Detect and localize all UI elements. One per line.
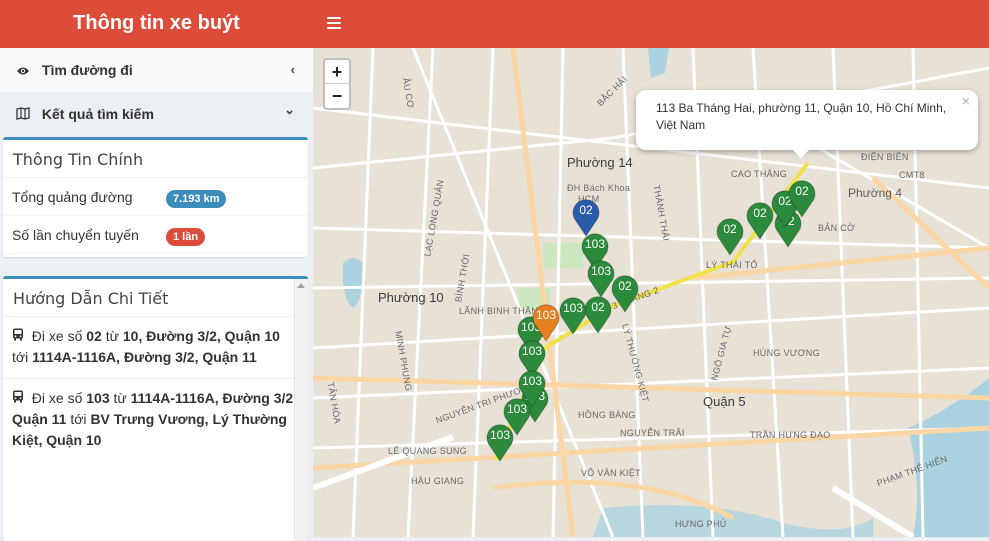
transfers-badge: 1 lần [166, 228, 206, 246]
details-box: Hướng Dẫn Chi Tiết Đi xe số 02 từ 10, Đư… [3, 276, 308, 541]
top-header: Thông tin xe buýt [0, 0, 989, 48]
step-route: 02 [86, 328, 102, 344]
map-label: HƯNG PHÚ [675, 519, 727, 529]
map-label: VÕ VĂN KIỆT [581, 468, 641, 478]
step-from-word: từ [101, 328, 123, 344]
main-info-title: Thông Tin Chính [3, 140, 308, 178]
popup-text: 113 Ba Tháng Hai, phường 11, Quận 10, Hồ… [656, 101, 947, 132]
map-marker-label: 103 [489, 428, 511, 442]
menu-toggle-icon[interactable] [327, 14, 341, 32]
map-marker-label: 103 [584, 237, 606, 251]
map-marker-label: 103 [535, 308, 557, 322]
map-marker-label: 103 [590, 264, 612, 278]
map-label: CAO THẮNG [731, 169, 788, 179]
chevron-down-icon: ⌄ [284, 102, 295, 117]
eye-icon [16, 49, 32, 93]
map-marker-label: 02 [795, 184, 809, 198]
step-to: 1114A-1116A, Đường 3/2, Quận 11 [32, 349, 257, 365]
step-row[interactable]: Đi xe số 02 từ 10, Đường 3/2, Quận 10 tớ… [3, 317, 308, 379]
popup-tip [791, 148, 811, 158]
nav-search-results[interactable]: Kết quả tìm kiếm ⌄ [0, 92, 313, 136]
map-marker-label: 02 [579, 203, 593, 217]
bus-icon [12, 328, 24, 344]
map-marker-02[interactable]: 02 [787, 178, 817, 218]
zoom-out-button[interactable]: − [325, 84, 349, 108]
step-route: 103 [86, 390, 110, 406]
nav-find-route-label: Tìm đường đi [41, 62, 133, 78]
map-marker-103[interactable]: 103 [558, 295, 588, 335]
map-label: HẬU GIANG [411, 476, 465, 486]
main-info-box: Thông Tin Chính Tổng quảng đường 7.193 k… [3, 137, 308, 257]
nav-find-route[interactable]: Tìm đường đi ‹ [0, 48, 313, 92]
total-distance-badge: 7.193 km [166, 190, 227, 208]
bus-icon [12, 390, 24, 406]
map-marker-02[interactable]: 02 [571, 197, 601, 237]
zoom-control: + − [323, 58, 351, 110]
map-label: Quận 5 [703, 394, 746, 409]
map-icon [16, 93, 32, 137]
scroll-up-arrow-icon[interactable] [297, 283, 305, 288]
map-marker-103[interactable]: 103 [586, 258, 616, 298]
total-distance-row: Tổng quảng đường 7.193 km [3, 178, 308, 216]
map-marker-103[interactable]: 103 [531, 302, 561, 342]
map-marker-label: 103 [521, 344, 543, 358]
map-label: CMT8 [899, 170, 925, 180]
map-label: ĐH Bách Khoa [567, 183, 631, 193]
map-label: Phường 10 [378, 290, 444, 305]
map-label: HÙNG VƯƠNG [753, 348, 820, 358]
total-distance-label: Tổng quảng đường [12, 189, 133, 205]
map-label: TRẦN HƯNG ĐẠO [750, 430, 831, 440]
step-to-word: tới [12, 349, 33, 365]
map-label: HỒNG BÀNG [578, 410, 636, 420]
transfers-label: Số lần chuyển tuyến [12, 227, 139, 243]
map-view[interactable]: Phường 14 Phường 10 Phường 4 Quận 5 ĐH B… [313, 48, 989, 537]
map-label: LÊ QUANG SUNG [388, 446, 467, 456]
map-marker-label: 103 [506, 402, 528, 416]
close-icon[interactable]: × [962, 93, 970, 110]
chevron-left-icon: ‹ [290, 62, 295, 77]
step-row[interactable]: Đi xe số 103 từ 1114A-1116A, Đường 3/2, … [3, 379, 308, 461]
address-popup: 113 Ba Tháng Hai, phường 11, Quận 10, Hồ… [636, 90, 978, 158]
map-marker-02[interactable]: 02 [715, 216, 745, 256]
step-prefix: Đi xe số [31, 390, 87, 406]
map-label: Phường 4 [848, 186, 902, 200]
map-label: Phường 14 [567, 155, 633, 170]
map-marker-label: 02 [723, 222, 737, 236]
map-marker-label: 103 [562, 301, 584, 315]
step-prefix: Đi xe số [31, 328, 87, 344]
step-from-word: từ [109, 390, 131, 406]
transfers-row: Số lần chuyển tuyến 1 lần [3, 216, 308, 254]
map-marker-label: 103 [521, 374, 543, 388]
sidebar: Tìm đường đi ‹ Kết quả tìm kiếm ⌄ Thông … [0, 48, 313, 541]
details-scrollbar[interactable] [294, 279, 308, 541]
map-label: NGUYỄN TRÃI [620, 428, 685, 438]
step-from: 10, Đường 3/2, Quận 10 [122, 328, 280, 344]
nav-search-results-label: Kết quả tìm kiếm [41, 106, 154, 122]
map-label: ĐIỆN BIÊN [861, 152, 909, 162]
map-marker-103[interactable]: 103 [485, 422, 515, 462]
details-title: Hướng Dẫn Chi Tiết [3, 279, 308, 317]
app-title[interactable]: Thông tin xe buýt [0, 0, 313, 48]
map-label: LÝ THÁI TỔ [706, 260, 758, 270]
map-label: BẢN CỜ [818, 223, 856, 233]
step-to-word: tới [66, 411, 91, 427]
zoom-in-button[interactable]: + [325, 60, 349, 84]
